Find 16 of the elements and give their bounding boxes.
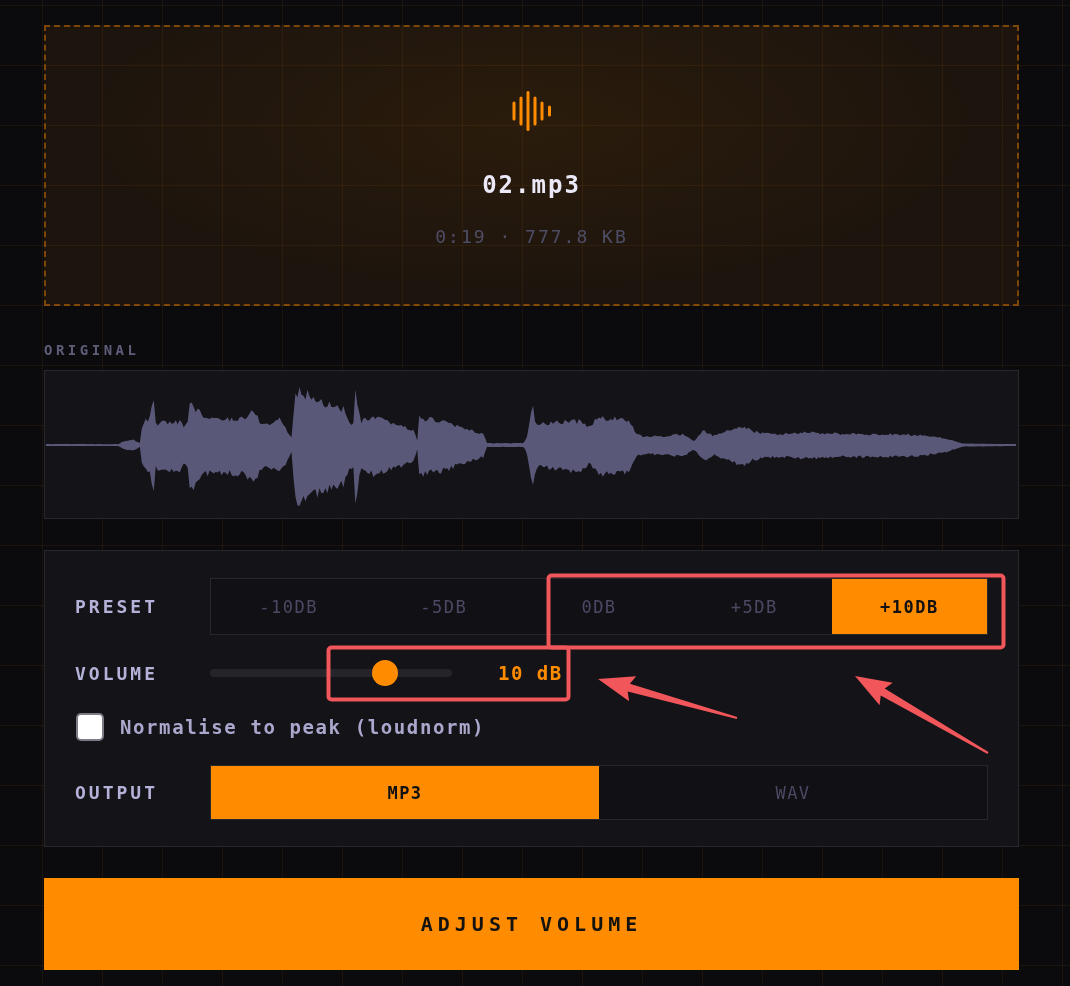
- sound-wave-icon: [510, 91, 553, 131]
- adjust-volume-button[interactable]: ADJUST VOLUME: [44, 878, 1019, 970]
- format-option[interactable]: MP3: [211, 766, 599, 819]
- file-details: 0:19 · 777.8 KB: [435, 226, 628, 248]
- preset-option[interactable]: +10DB: [831, 579, 987, 634]
- preset-label: PRESET: [75, 596, 159, 617]
- slider-thumb[interactable]: [372, 660, 398, 686]
- volume-reading: 10 dB: [498, 662, 563, 684]
- volume-slider[interactable]: [210, 660, 452, 686]
- output-label: OUTPUT: [75, 782, 159, 803]
- file-name: 02.mp3: [482, 171, 581, 199]
- checkbox-label[interactable]: Normalise to peak (loudnorm): [120, 716, 486, 738]
- section-label: ORIGINAL: [44, 342, 140, 358]
- normalise-checkbox[interactable]: [76, 713, 104, 741]
- drop-zone[interactable]: 02.mp3 0:19 · 777.8 KB: [44, 25, 1019, 306]
- volume-label: VOLUME: [75, 662, 159, 684]
